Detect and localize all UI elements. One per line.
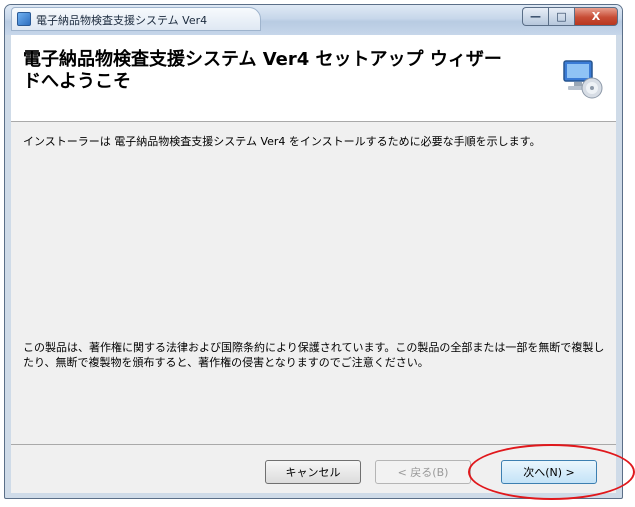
wizard-content: インストーラーは 電子納品物検査支援システム Ver4 をインストールするために… xyxy=(11,122,616,445)
wizard-header: 電子納品物検査支援システム Ver4 セットアップ ウィザードへようこそ xyxy=(11,35,616,122)
copyright-notice: この製品は、著作権に関する法律および国際条約により保護されています。この製品の全… xyxy=(23,341,605,369)
installer-window: 電子納品物検査支援システム Ver4 — □ X 電子納品物検査支援システム V… xyxy=(4,4,623,499)
window-title: 電子納品物検査支援システム Ver4 xyxy=(36,14,208,27)
title-bar[interactable]: 電子納品物検査支援システム Ver4 — □ X xyxy=(5,5,622,35)
close-button[interactable]: X xyxy=(574,7,618,26)
app-icon xyxy=(17,12,31,26)
maximize-button[interactable]: □ xyxy=(548,7,574,26)
minimize-button[interactable]: — xyxy=(522,7,548,26)
setup-computer-cd-icon xyxy=(563,60,603,99)
wizard-title: 電子納品物検査支援システム Ver4 セットアップ ウィザードへようこそ xyxy=(23,49,502,92)
intro-text: インストーラーは 電子納品物検査支援システム Ver4 をインストールするために… xyxy=(23,135,541,148)
back-button[interactable]: < 戻る(B) xyxy=(375,460,471,484)
window-controls: — □ X xyxy=(522,7,618,27)
cancel-button[interactable]: キャンセル xyxy=(265,460,361,484)
wizard-footer: キャンセル < 戻る(B) 次へ(N) > xyxy=(11,445,616,493)
title-tab: 電子納品物検査支援システム Ver4 xyxy=(11,7,261,31)
next-button[interactable]: 次へ(N) > xyxy=(501,460,597,484)
